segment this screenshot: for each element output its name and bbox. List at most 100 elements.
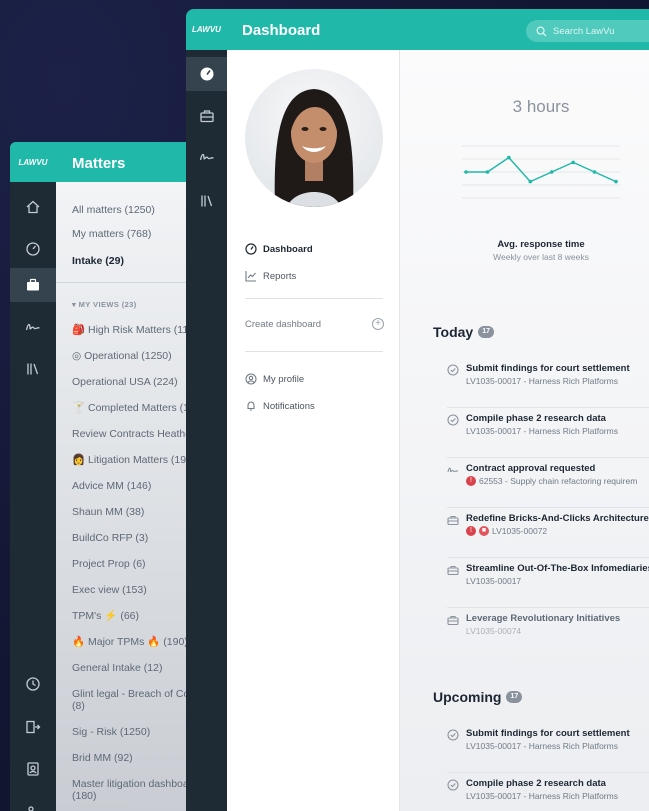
view-item[interactable]: General Intake (12) — [72, 662, 162, 674]
sparkline-point — [507, 155, 511, 160]
matters-item-my[interactable]: My matters (768) — [72, 228, 151, 240]
side-nav-dashboard[interactable]: Dashboard — [245, 243, 313, 255]
sparkline-point — [592, 170, 597, 174]
briefcase-icon — [447, 563, 459, 576]
search-input[interactable]: Search LawVu — [526, 20, 649, 42]
clock-icon[interactable] — [10, 667, 56, 701]
task-title: Submit findings for court settlement — [466, 728, 630, 739]
my-views-header[interactable]: ▾ MY VIEWS (23) — [72, 300, 137, 309]
view-item[interactable]: Shaun MM (38) — [72, 506, 144, 518]
create-dashboard-link[interactable]: Create dashboard — [245, 319, 321, 330]
sparkline-point — [485, 170, 490, 174]
task-subtitle: ! 62553 - Supply chain refactoring requir… — [466, 476, 637, 486]
task-matter-ref: LV1035-00017 - Harness Rich Platforms — [466, 791, 618, 801]
matters-list: All matters (1250) My matters (768) Inta… — [56, 182, 200, 811]
contact-card-icon[interactable] — [10, 752, 56, 786]
alert-icon: ! — [466, 476, 476, 486]
signature-icon — [447, 463, 459, 475]
view-item[interactable]: Exec view (153) — [72, 584, 147, 596]
library-icon[interactable] — [10, 352, 56, 386]
view-item[interactable]: 🍸 Completed Matters (18 — [72, 402, 195, 414]
avg-response-sublabel: Weekly over last 8 weeks — [493, 252, 589, 262]
task-matter-ref: LV1035-00017 - Harness Rich Platforms — [466, 376, 618, 386]
side-nav-reports[interactable]: Reports — [245, 270, 296, 282]
search-icon — [536, 26, 547, 37]
side-nav-notifications[interactable]: Notifications — [245, 400, 315, 412]
logout-building-icon[interactable] — [10, 710, 56, 744]
view-item[interactable]: 🎒 High Risk Matters (11) — [72, 324, 192, 336]
upcoming-title: Upcoming — [433, 689, 502, 705]
lawvu-logo[interactable]: LAWVU — [10, 142, 56, 182]
dashboard-gauge-icon[interactable] — [186, 57, 227, 91]
matters-item-intake[interactable]: Intake (29) — [72, 255, 124, 267]
task-item[interactable]: Contract approval requested ! 62553 - Sup… — [447, 458, 649, 508]
view-item[interactable]: Review Contracts Heather — [72, 428, 195, 440]
lawvu-logo[interactable]: LAWVU — [186, 9, 227, 50]
task-matter-ref: LV1035-00072 — [492, 526, 548, 536]
sparkline-point — [571, 160, 575, 165]
library-icon[interactable] — [186, 184, 227, 218]
matters-item-all[interactable]: All matters (1250) — [72, 204, 155, 216]
my-views-label: MY VIEWS — [78, 300, 120, 309]
avg-response-value: 3 hours — [512, 97, 570, 116]
task-subtitle: ! ■ LV1035-00072 — [466, 526, 547, 536]
signature-icon[interactable] — [10, 310, 56, 344]
task-matter-ref: LV1035-00017 - Harness Rich Platforms — [466, 741, 618, 751]
add-dashboard-plus-icon[interactable]: + — [372, 318, 384, 330]
view-item[interactable]: ◎ Operational (1250) — [72, 350, 172, 362]
upcoming-header: Upcoming 17 — [433, 689, 523, 705]
my-views-count: (23) — [121, 300, 137, 309]
task-matter-ref: LV1035-00074 — [466, 626, 522, 636]
view-item[interactable]: Sig - Risk (1250) — [72, 726, 150, 738]
briefcase-icon[interactable] — [10, 268, 56, 302]
task-item[interactable]: Leverage Revolutionary Initiatives LV103… — [447, 608, 649, 658]
divider — [56, 282, 200, 283]
task-item[interactable]: Submit findings for court settlement LV1… — [447, 723, 649, 773]
check-circle-icon[interactable] — [447, 363, 459, 376]
divider — [245, 298, 383, 299]
create-dashboard-label: Create dashboard — [245, 319, 322, 330]
view-item[interactable]: Brid MM (92) — [72, 752, 133, 764]
briefcase-icon — [447, 513, 459, 526]
avg-response-label: Avg. response time — [497, 239, 585, 250]
briefcase-icon[interactable] — [186, 99, 227, 133]
task-item[interactable]: Submit findings for court settlement LV1… — [447, 358, 649, 408]
search-placeholder: Search LawVu — [553, 25, 615, 37]
view-item[interactable]: 🔥 Major TPMs 🔥 (190) — [72, 636, 188, 648]
task-item[interactable]: Streamline Out-Of-The-Box Infomediaries … — [447, 558, 649, 608]
page-title: Dashboard — [242, 22, 321, 39]
side-nav-my-profile[interactable]: My profile — [245, 373, 304, 385]
task-item[interactable]: Redefine Bricks-And-Clicks Architectures… — [447, 508, 649, 558]
view-item[interactable]: BuildCo RFP (3) — [72, 532, 148, 544]
task-subtitle: LV1035-00017 - Harness Rich Platforms — [466, 426, 618, 436]
people-icon[interactable] — [10, 794, 56, 811]
view-item-continued[interactable]: (180) — [72, 790, 97, 802]
check-circle-icon[interactable] — [447, 728, 459, 741]
profile-avatar[interactable] — [245, 69, 383, 207]
task-title: Submit findings for court settlement — [466, 363, 630, 374]
view-item-continued[interactable]: (8) — [72, 700, 85, 712]
view-item[interactable]: Master litigation dashboar — [72, 778, 192, 790]
view-item[interactable]: TPM's ⚡ (66) — [72, 610, 139, 622]
task-item[interactable]: Compile phase 2 research data LV1035-000… — [447, 773, 649, 811]
view-item[interactable]: 👩 Litigation Matters (19) — [72, 454, 190, 466]
task-item[interactable]: Compile phase 2 research data LV1035-000… — [447, 408, 649, 458]
view-item[interactable]: Project Prop (6) — [72, 558, 146, 570]
task-subtitle: LV1035-00074 — [466, 626, 521, 636]
signature-icon[interactable] — [186, 140, 227, 174]
view-item[interactable]: Advice MM (146) — [72, 480, 151, 492]
check-circle-icon[interactable] — [447, 413, 459, 426]
today-count-badge: 17 — [478, 326, 494, 338]
chart-line-icon — [245, 271, 256, 282]
upcoming-count-badge: 17 — [506, 691, 523, 703]
view-item[interactable]: Glint legal - Breach of Cont — [72, 688, 198, 700]
check-circle-icon[interactable] — [447, 778, 459, 791]
task-title: Compile phase 2 research data — [466, 413, 606, 424]
matters-nav-rail: LAWVU — [10, 142, 56, 811]
sparkline-point — [528, 179, 533, 184]
dashboard-gauge-icon[interactable] — [10, 232, 56, 266]
home-icon[interactable] — [10, 190, 56, 224]
view-item[interactable]: Operational USA (224) — [72, 376, 178, 388]
lock-icon: ■ — [479, 526, 489, 536]
response-time-sparkline — [462, 145, 620, 199]
